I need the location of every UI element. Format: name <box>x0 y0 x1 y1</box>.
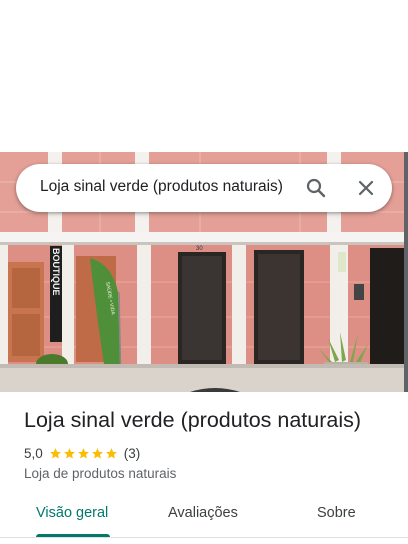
star-icon <box>77 447 89 459</box>
place-title: Loja sinal verde (produtos naturais) <box>24 408 362 432</box>
boutique-sign: BOUTIQUE <box>51 248 61 296</box>
star-icon <box>105 447 117 459</box>
tab-about[interactable]: Sobre <box>317 505 356 521</box>
tab-overview[interactable]: Visão geral <box>36 505 108 521</box>
star-icon <box>91 447 103 459</box>
search-icon[interactable] <box>304 176 328 200</box>
star-icon <box>63 447 75 459</box>
tab-bar: Visão geral Avaliações Sobre <box>0 490 408 538</box>
place-category: Loja de produtos naturais <box>24 466 177 481</box>
scrollbar[interactable] <box>404 152 408 392</box>
search-box[interactable]: Loja sinal verde (produtos naturais) <box>16 164 392 212</box>
tab-reviews[interactable]: Avaliações <box>168 505 238 521</box>
review-count[interactable]: (3) <box>124 446 141 461</box>
map-blank-area <box>0 0 408 152</box>
close-icon[interactable] <box>354 176 378 200</box>
rating-row[interactable]: 5,0 (3) <box>24 445 140 461</box>
star-rating <box>49 447 118 460</box>
star-icon <box>49 447 61 459</box>
door-number: 30 <box>196 246 203 252</box>
tab-divider <box>0 537 408 538</box>
rating-value: 5,0 <box>24 445 43 461</box>
search-input[interactable]: Loja sinal verde (produtos naturais) <box>40 178 283 196</box>
